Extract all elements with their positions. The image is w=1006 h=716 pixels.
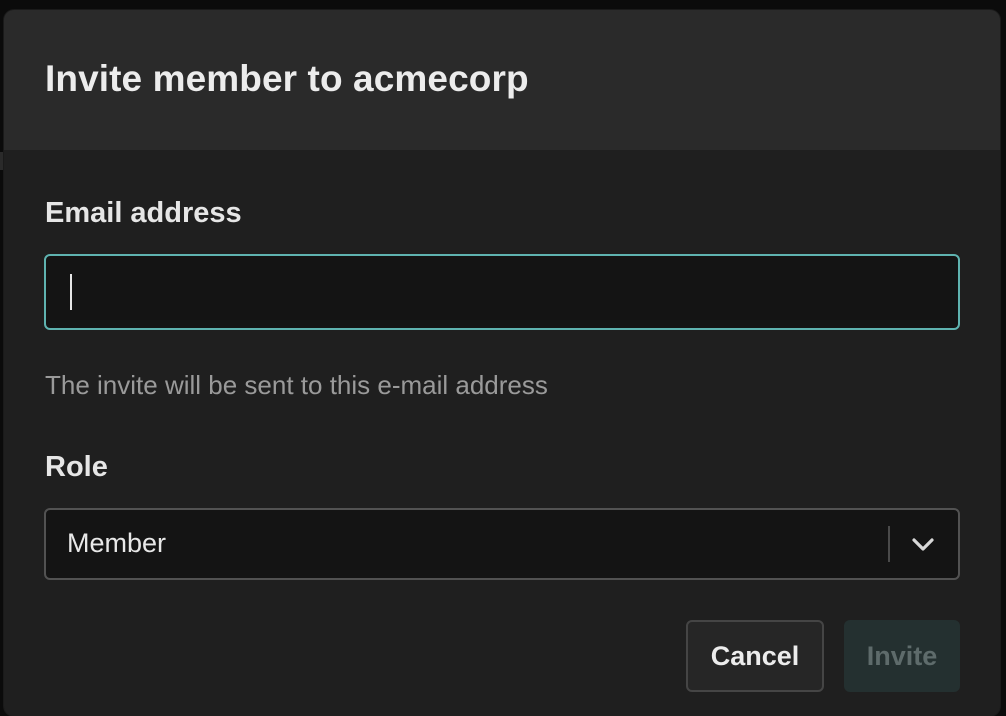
chevron-down-icon[interactable] [908,532,938,556]
email-address-label: Email address [45,197,242,229]
select-divider [888,526,890,562]
dialog-header: Invite member to acmecorp [4,10,1000,150]
email-hint-text: The invite will be sent to this e-mail a… [45,370,548,400]
role-select[interactable]: Member [44,508,960,580]
invite-button[interactable]: Invite [844,620,960,692]
role-selected-value: Member [67,528,167,558]
role-label: Role [45,451,108,483]
text-cursor [70,274,72,310]
email-address-input[interactable] [46,256,958,328]
email-field-container [44,254,960,330]
dialog-title: Invite member to acmecorp [45,58,529,99]
invite-member-dialog: Invite member to acmecorp Email address … [4,10,1000,716]
cancel-button[interactable]: Cancel [686,620,824,692]
